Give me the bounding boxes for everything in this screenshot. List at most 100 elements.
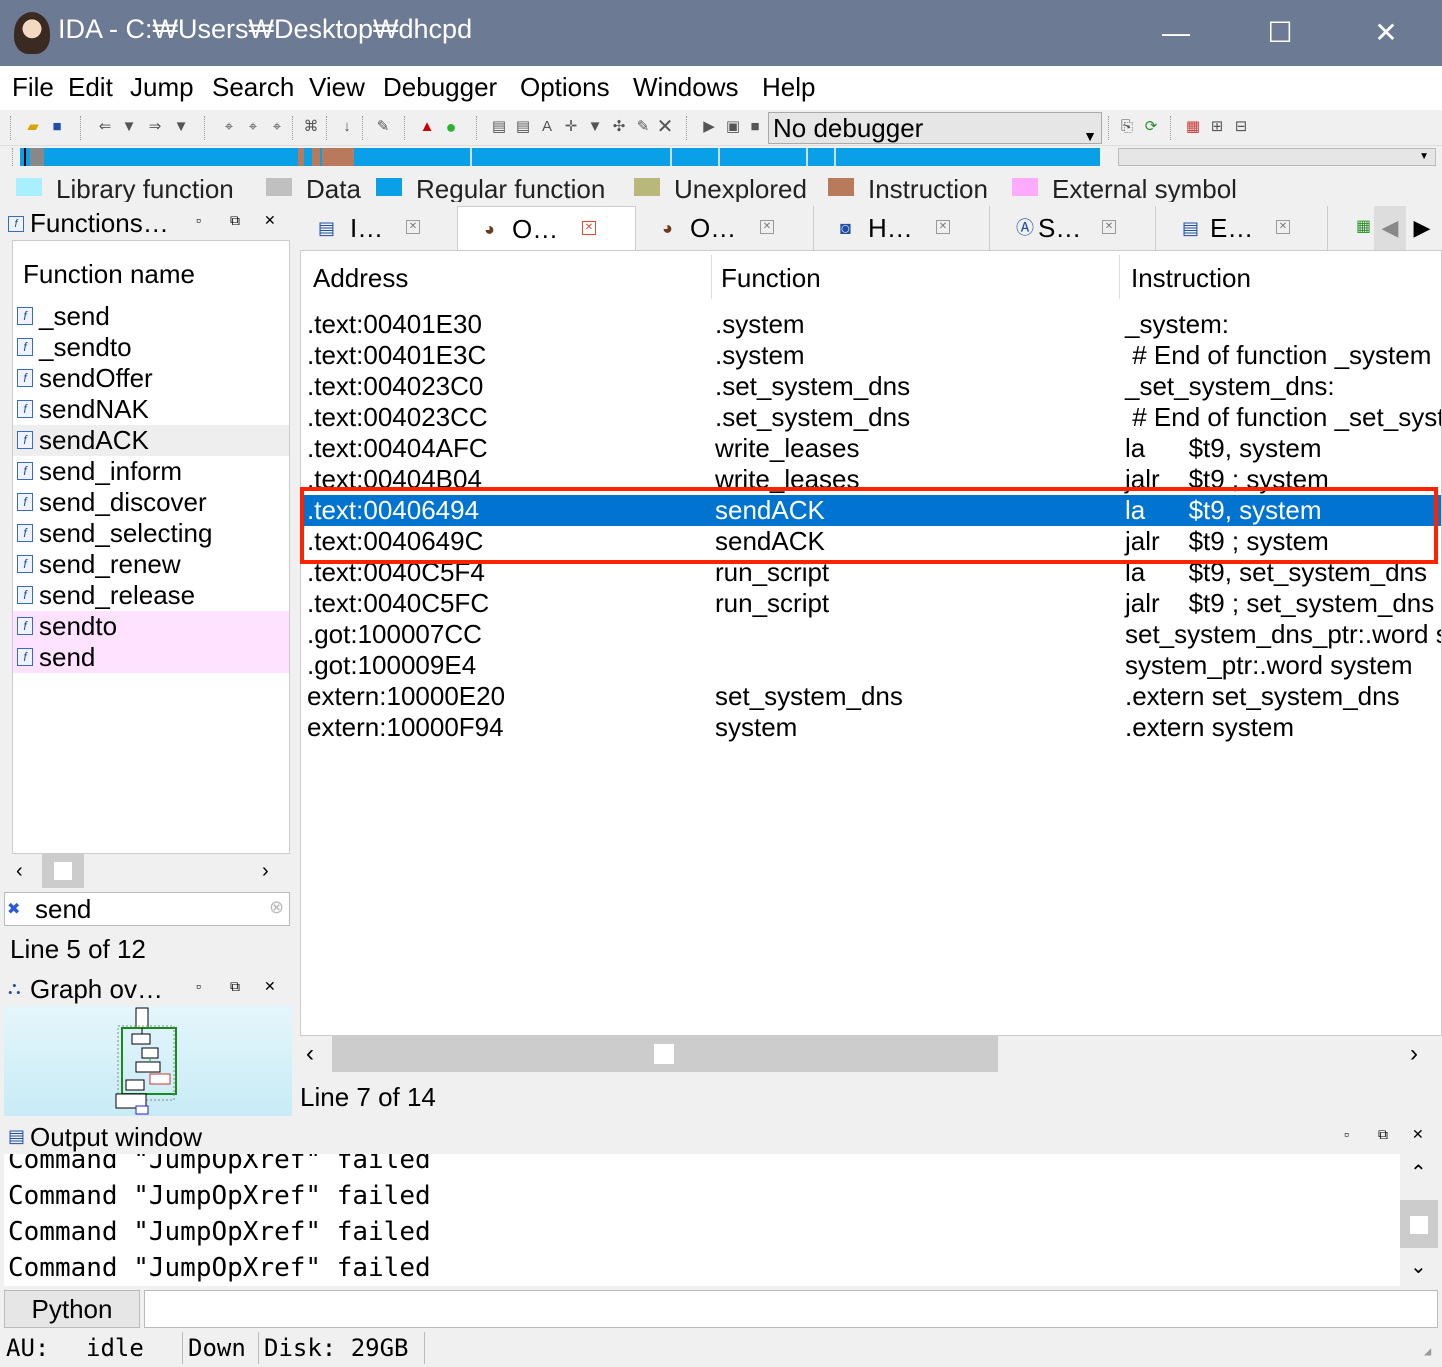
open-icon[interactable]: ▰ — [24, 118, 42, 136]
close-button[interactable]: ✕ — [1356, 10, 1416, 56]
panel-maximize-button[interactable]: ▫ — [196, 978, 201, 994]
function-list-item[interactable]: f sendOffer — [13, 363, 289, 394]
scroll-thumb[interactable] — [332, 1036, 998, 1072]
xref-row[interactable]: .text:004023CC .set_system_dns # End of f… — [301, 402, 1441, 433]
delete-icon[interactable]: ✕ — [656, 117, 674, 137]
tab-xrefs-active[interactable]: ◕ O… ✕ — [458, 206, 636, 250]
find-binary-icon[interactable]: ⌖ — [244, 118, 262, 136]
function-list-item[interactable]: f _send — [13, 301, 289, 332]
jump-down-icon[interactable]: ↓ — [338, 118, 356, 136]
attach-icon[interactable]: ⎘ — [1118, 118, 1136, 136]
breakpoint-icon[interactable]: ▲ — [418, 118, 436, 136]
functions-filter-input[interactable] — [35, 893, 261, 925]
functions-hscroll[interactable]: ‹ › — [4, 854, 290, 888]
tab-close-icon[interactable]: ✕ — [760, 220, 774, 234]
menu-edit[interactable]: Edit — [68, 72, 113, 103]
tabs-scroll-left-button[interactable]: ◀ — [1374, 206, 1406, 250]
panel-close-button[interactable]: ✕ — [1412, 1126, 1424, 1143]
function-list-item[interactable]: f sendACK — [13, 425, 289, 456]
panel-float-button[interactable]: ⧉ — [230, 212, 240, 229]
back-dropdown-icon[interactable]: ▼ — [120, 118, 138, 136]
function-list-item[interactable]: f send_discover — [13, 487, 289, 518]
find-text-icon[interactable]: ⌖ — [220, 118, 238, 136]
column-header-address[interactable]: Address — [313, 263, 408, 294]
panel-maximize-button[interactable]: ▫ — [1344, 1126, 1349, 1142]
scroll-thumb[interactable] — [1400, 1200, 1438, 1248]
save-icon[interactable]: ■ — [48, 118, 66, 136]
data-icon[interactable]: ▤ — [514, 118, 532, 136]
panel-maximize-button[interactable]: ▫ — [196, 212, 201, 228]
tab-close-icon[interactable]: ✕ — [406, 220, 420, 234]
function-list-item[interactable]: f send_release — [13, 580, 289, 611]
tab-enums[interactable]: ▤ E… ✕ — [1156, 206, 1328, 250]
forward-icon[interactable]: ⇒ — [146, 118, 164, 136]
play-icon[interactable]: ▶ — [700, 118, 718, 136]
command-input[interactable] — [144, 1290, 1438, 1328]
column-header-function[interactable]: Function — [721, 263, 821, 294]
scroll-right-icon[interactable]: › — [1410, 1040, 1418, 1068]
function-list-item[interactable]: f _sendto — [13, 332, 289, 363]
back-icon[interactable]: ⇐ — [96, 118, 114, 136]
menu-help[interactable]: Help — [762, 72, 815, 103]
xref-row[interactable]: .got:100007CC set_system_dns_ptr:.word se… — [301, 619, 1441, 650]
menu-view[interactable]: View — [309, 72, 365, 103]
output-log[interactable]: Command "JumpOpXref" failed Command "Jum… — [4, 1154, 1400, 1286]
undefine-icon[interactable]: ✣ — [610, 118, 628, 136]
pause-icon[interactable]: ▣ — [724, 118, 742, 136]
stop-icon[interactable]: ■ — [746, 118, 764, 136]
python-interpreter-button[interactable]: Python — [4, 1290, 140, 1328]
menu-options[interactable]: Options — [520, 72, 610, 103]
resize-grip-icon[interactable]: ◢ — [1424, 1344, 1431, 1358]
menu-jump[interactable]: Jump — [130, 72, 194, 103]
menu-windows[interactable]: Windows — [633, 72, 738, 103]
xref-row[interactable]: .text:00404AFC write_leases la $t9, system — [301, 433, 1441, 464]
filter-reset-icon[interactable]: ⊗ — [269, 897, 284, 918]
flow-chart-icon[interactable]: ⊞ — [1208, 118, 1226, 136]
scroll-right-icon[interactable]: › — [262, 860, 269, 883]
column-divider[interactable] — [711, 255, 712, 299]
tab-close-icon[interactable]: ✕ — [1102, 220, 1116, 234]
navband-mode-select[interactable]: ▼ — [1118, 148, 1436, 166]
tab-hex-view[interactable]: ◙ H… ✕ — [814, 206, 990, 250]
filter-clear-icon[interactable]: ✖ — [7, 899, 20, 919]
xref-row[interactable]: .text:00401E3C .system # End of function … — [301, 340, 1441, 371]
output-vscroll[interactable]: ⌃ ⌄ — [1400, 1154, 1438, 1286]
scroll-left-icon[interactable]: ‹ — [16, 860, 23, 883]
xref-row[interactable]: extern:10000F94 system .extern system — [301, 712, 1441, 743]
graph-icon[interactable]: ▦ — [1184, 118, 1202, 136]
xrefs-hscroll[interactable]: ‹ › — [296, 1036, 1442, 1072]
tabs-scroll-right-button[interactable]: ▶ — [1406, 206, 1438, 250]
menu-file[interactable]: File — [12, 72, 54, 103]
functions-column-header[interactable]: Function name — [23, 259, 195, 290]
function-list-item[interactable]: f sendto — [13, 611, 289, 642]
scroll-thumb[interactable] — [42, 854, 84, 888]
patch-icon[interactable]: ✎ — [374, 118, 392, 136]
tab-imports[interactable]: ▤ I… ✕ — [296, 206, 458, 250]
find-immediate-icon[interactable]: ⌖ — [268, 118, 286, 136]
refresh-icon[interactable]: ⟳ — [1142, 118, 1160, 136]
panel-close-button[interactable]: ✕ — [264, 212, 276, 229]
function-list-item[interactable]: f send_inform — [13, 456, 289, 487]
function-list-item[interactable]: f sendNAK — [13, 394, 289, 425]
xref-row[interactable]: .text:0040C5FC run_script jalr $t9 ; set_s… — [301, 588, 1441, 619]
run-green-icon[interactable]: ● — [442, 118, 460, 136]
graph-overview[interactable] — [4, 1006, 292, 1116]
string-icon[interactable]: A — [538, 118, 556, 136]
imports-icon[interactable]: ▦ — [1356, 216, 1371, 236]
scroll-down-icon[interactable]: ⌄ — [1410, 1254, 1427, 1279]
menu-search[interactable]: Search — [212, 72, 294, 103]
panel-float-button[interactable]: ⧉ — [1378, 1126, 1388, 1143]
code-icon[interactable]: ▤ — [490, 118, 508, 136]
xref-row[interactable]: .got:100009E4 system_ptr:.word system — [301, 650, 1441, 681]
scroll-left-icon[interactable]: ‹ — [306, 1040, 314, 1068]
scroll-up-icon[interactable]: ⌃ — [1410, 1160, 1427, 1185]
navigation-band[interactable] — [20, 148, 1100, 166]
function-list-item[interactable]: f send_renew — [13, 549, 289, 580]
xref-row[interactable]: extern:10000E20 set_system_dns .extern set… — [301, 681, 1441, 712]
minimize-button[interactable]: — — [1146, 10, 1206, 56]
debugger-select[interactable]: No debugger ▼ — [768, 112, 1102, 144]
tab-close-icon[interactable]: ✕ — [936, 220, 950, 234]
find-next-icon[interactable]: ⌘ — [302, 118, 320, 136]
function-list-item[interactable]: f send_selecting — [13, 518, 289, 549]
maximize-button[interactable]: ☐ — [1250, 10, 1310, 56]
